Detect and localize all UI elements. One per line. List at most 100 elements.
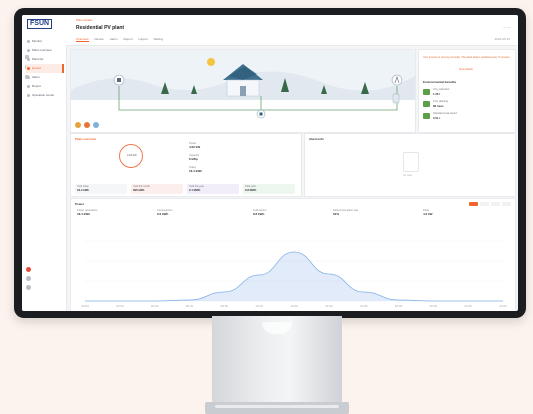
header-actions[interactable]: — —: [503, 25, 510, 29]
power-stat: Peak 4.9 kW: [423, 209, 433, 216]
energy-flow-panel: [70, 49, 416, 133]
weather-humidity-icon: [93, 122, 99, 128]
yield-stat: Total yield 9.8 MWh: [243, 184, 295, 194]
monitor-stand: [212, 316, 342, 404]
sidebar-footer: [26, 267, 31, 294]
sidebar-item-label: Monitor: [32, 39, 43, 43]
alarm-card: Alarm info No data: [304, 133, 516, 197]
overview-metric: Today 18.4 kWh: [189, 166, 202, 173]
environmental-benefits-panel: Your inverter is running normally. The p…: [418, 49, 516, 133]
sidebar-item-label: Report: [32, 84, 42, 88]
tab-item[interactable]: Alarm: [110, 37, 118, 42]
sidebar-item[interactable]: Operation center: [26, 91, 64, 100]
metric-value: 4.62 kW: [189, 145, 201, 149]
overview-metric: Power 4.62 kW: [189, 142, 200, 149]
alarm-title: Alarm info: [309, 137, 324, 141]
x-tick-label: 14:00: [325, 304, 333, 308]
benefit-icon: [423, 101, 430, 107]
series-area: [85, 252, 503, 301]
benefits-title: Environmental benefits: [423, 80, 457, 84]
sidebar-item[interactable]: Alarm: [26, 73, 64, 82]
ev-charger-icon: [392, 93, 400, 104]
metric-value: 18.4 kWh: [189, 169, 203, 173]
yield-value: 9.8 MWh: [245, 188, 257, 192]
sidebar-item[interactable]: Device: [26, 64, 64, 73]
sidebar-item-label: Alarm: [32, 75, 40, 79]
power-title: Power: [75, 202, 85, 206]
tab-item[interactable]: Setting: [154, 37, 163, 42]
tab-item[interactable]: Report: [124, 37, 133, 42]
empty-state-icon: [403, 152, 419, 172]
overview-title: Plant overview: [75, 137, 97, 141]
benefit-value: 68 trees: [433, 104, 444, 108]
x-tick-label: 04:00: [151, 304, 159, 308]
overview-metric: Capacity 6 kWp: [189, 154, 199, 161]
benefit-icon: [423, 113, 430, 119]
period-button[interactable]: [502, 202, 511, 206]
page-header: Plant details Residential PV plant Overv…: [66, 15, 518, 46]
stand-cutout: [262, 322, 292, 334]
yield-stat: Yield this year 2.1 MWh: [187, 184, 239, 194]
page-title: Residential PV plant: [76, 25, 125, 31]
period-button[interactable]: [480, 202, 489, 206]
yield-stat: Yield today 18.4 kWh: [75, 184, 127, 194]
base-slot: [215, 405, 339, 408]
sidebar-item[interactable]: Plant list: [26, 55, 64, 64]
yield-value: 2.1 MWh: [189, 188, 201, 192]
benefit-row: Tree planting 68 trees: [423, 100, 511, 109]
x-tick-label: 00:00: [81, 304, 89, 308]
monitor-base: [205, 402, 349, 414]
x-tick-label: 06:00: [186, 304, 194, 308]
benefit-value: 1.26 t: [433, 92, 441, 96]
power-stat-value: 9.6 kWh: [157, 212, 169, 216]
tab-item[interactable]: Device: [95, 37, 104, 42]
x-tick-label: 08:00: [221, 304, 229, 308]
sidebar-item-label: Plant overview: [32, 48, 52, 52]
notification-icon[interactable]: [26, 267, 31, 272]
brand-logo[interactable]: FSUN: [27, 19, 53, 29]
menu-bullet-icon: [27, 58, 30, 61]
menu-bullet-icon: [27, 94, 30, 97]
menu-bullet-icon: [27, 49, 30, 52]
x-tick-label: 20:00: [430, 304, 438, 308]
breadcrumb[interactable]: Plant details: [76, 18, 92, 22]
benefit-row: CO₂ reduction 1.26 t: [423, 88, 511, 97]
weather-temp-icon: [84, 122, 90, 128]
empty-state-text: No data: [403, 174, 413, 177]
benefit-label: CO₂ reduction: [433, 88, 450, 91]
details-link[interactable]: View details: [459, 68, 473, 71]
date-label: 2024-06-15: [494, 37, 510, 41]
sidebar: FSUN Monitor Plant overview Plant list Devi…: [22, 15, 67, 311]
sidebar-item[interactable]: Plant overview: [26, 46, 64, 55]
period-button[interactable]: [469, 202, 478, 206]
help-icon[interactable]: [26, 276, 31, 281]
power-stat: Self-consumption rate 52%: [333, 209, 358, 216]
tab-item[interactable]: Overview: [76, 37, 89, 42]
user-avatar[interactable]: [26, 285, 31, 290]
benefit-label: Standard coal saved: [433, 112, 457, 115]
metric-value: 6 kWp: [189, 157, 198, 161]
period-button[interactable]: [491, 202, 500, 206]
status-note: Your inverter is running normally. The p…: [423, 56, 511, 59]
app-window: FSUN Monitor Plant overview Plant list Devi…: [22, 15, 518, 311]
power-stat-value: 8.8 kWh: [253, 212, 265, 216]
sidebar-item-label: Operation center: [32, 93, 55, 97]
plant-overview-card: Plant overview 4.62 kW Power 4.62 kW Capac…: [70, 133, 302, 197]
benefit-value: 0.51 t: [433, 116, 441, 120]
tab-item[interactable]: Layout: [139, 37, 148, 42]
x-tick-label: 02:00: [116, 304, 124, 308]
benefit-label: Tree planting: [433, 100, 449, 103]
chart-toolbar: [469, 202, 511, 206]
sidebar-menu: Monitor Plant overview Plant list Device Ala…: [26, 37, 64, 100]
sidebar-item[interactable]: Report: [26, 82, 64, 91]
power-chart-card: Power Power generation 18.4 kWh Consumptio…: [70, 198, 516, 311]
benefit-row: Standard coal saved 0.51 t: [423, 112, 511, 121]
energy-flow-illustration: [71, 50, 415, 119]
menu-bullet-icon: [27, 67, 30, 70]
yield-value: 296 kWh: [133, 188, 145, 192]
sidebar-item[interactable]: Monitor: [26, 37, 64, 46]
power-stat-value: 18.4 kWh: [77, 212, 91, 216]
menu-bullet-icon: [27, 85, 30, 88]
x-tick-label: 24:00: [499, 304, 507, 308]
power-stat: Power generation 18.4 kWh: [77, 209, 97, 216]
